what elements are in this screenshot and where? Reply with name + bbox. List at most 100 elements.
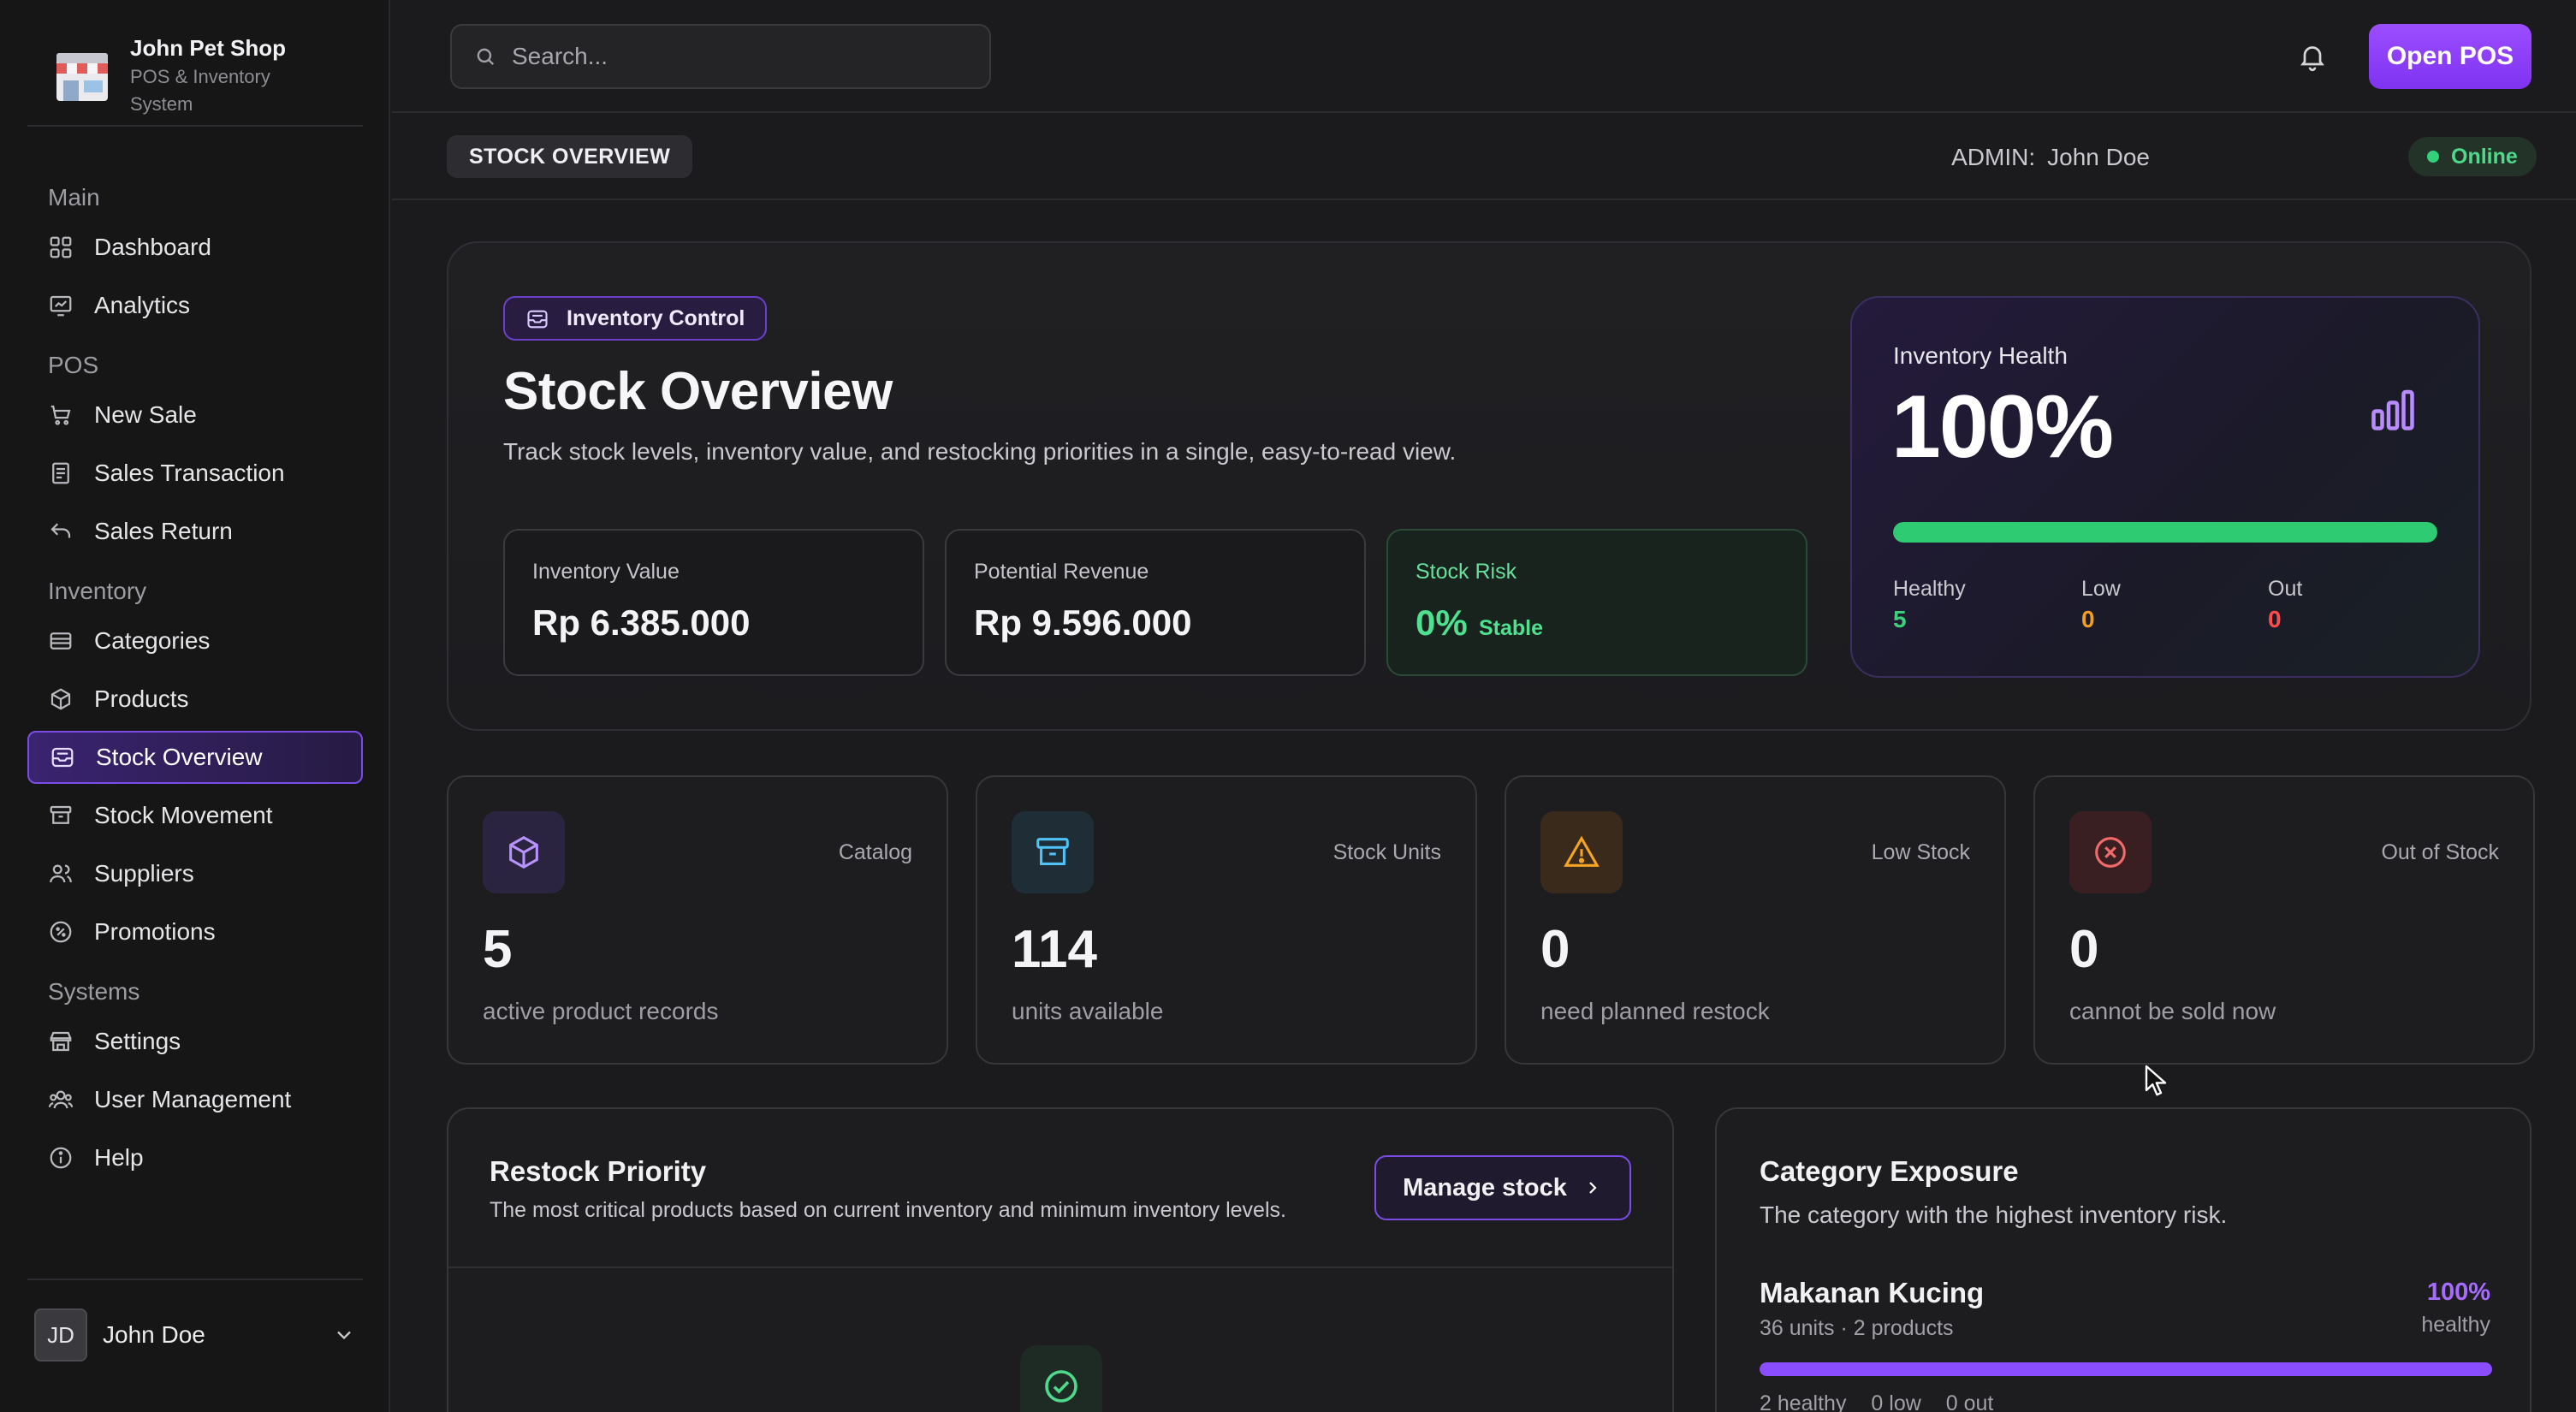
sidebar-item-settings[interactable]: Settings <box>27 1015 363 1068</box>
metric-label: Potential Revenue <box>974 560 1149 584</box>
receipt-icon <box>52 462 69 484</box>
sidebar-item-stock-movement[interactable]: Stock Movement <box>27 789 363 842</box>
stat-tag: Stock Units <box>1333 840 1441 864</box>
admin-name: John Doe <box>2047 144 2150 170</box>
page-description: Track stock levels, inventory value, and… <box>503 438 1457 465</box>
search-box[interactable] <box>450 24 991 89</box>
inventory-value-card: Inventory Value Rp 6.385.000 <box>503 529 924 676</box>
stock-overview-hero: Inventory Control Stock Overview Track s… <box>447 241 2531 731</box>
health-col-label: Low <box>2081 577 2121 601</box>
stat-description: cannot be sold now <box>2069 998 2276 1024</box>
health-progress-bar <box>1893 522 2437 543</box>
search-input[interactable] <box>512 43 957 70</box>
health-col-label: Healthy <box>1893 577 1966 601</box>
user-menu[interactable]: JD John Doe <box>34 1308 356 1362</box>
sidebar-item-label: Dashboard <box>94 234 211 260</box>
chevron-down-icon[interactable] <box>332 1323 356 1347</box>
metric-status: Stable <box>1479 616 1544 640</box>
user-group-icon <box>48 1090 74 1109</box>
inventory-control-badge: Inventory Control <box>503 296 768 341</box>
category-low-count: 0 low <box>1871 1391 1921 1412</box>
sidebar-item-stock-overview[interactable]: Stock Overview <box>27 731 363 784</box>
inbox-icon <box>527 310 548 329</box>
stat-tag: Catalog <box>838 840 912 864</box>
dashboard-icon <box>50 236 72 258</box>
archive-icon <box>50 805 72 824</box>
metric-value: Rp 9.596.000 <box>974 602 1192 643</box>
sidebar-item-sales-transaction[interactable]: Sales Transaction <box>27 447 363 500</box>
user-name: John Doe <box>103 1321 205 1348</box>
sidebar-item-label: Promotions <box>94 918 216 945</box>
sidebar-item-help[interactable]: Help <box>27 1131 363 1184</box>
open-pos-button[interactable]: Open POS <box>2369 24 2531 89</box>
stat-description: active product records <box>483 998 719 1024</box>
sidebar-item-new-sale[interactable]: New Sale <box>27 389 363 442</box>
sidebar-item-dashboard[interactable]: Dashboard <box>27 221 363 274</box>
catalog-icon-tile <box>483 811 565 893</box>
brand[interactable]: John Pet Shop POS & Inventory System <box>51 33 293 118</box>
nav-section-systems: Systems <box>48 978 140 1005</box>
category-out-count: 0 out <box>1945 1391 1994 1412</box>
manage-stock-button[interactable]: Manage stock <box>1374 1155 1631 1220</box>
health-col-value: 0 <box>2268 606 2282 632</box>
sidebar-item-analytics[interactable]: Analytics <box>27 279 363 332</box>
cube-icon <box>509 835 538 869</box>
sidebar-item-promotions[interactable]: Promotions <box>27 905 363 958</box>
stat-tag: Out of Stock <box>2381 840 2499 864</box>
sidebar-item-label: Categories <box>94 627 211 654</box>
category-exposure-panel: Category Exposure The category with the … <box>1715 1107 2531 1412</box>
badge-label: Inventory Control <box>567 306 745 330</box>
stat-value: 0 <box>1540 920 1570 979</box>
sidebar-item-label: Products <box>94 685 189 712</box>
sidebar-item-categories[interactable]: Categories <box>27 614 363 667</box>
percent-icon <box>50 921 72 943</box>
sidebar-item-label: Suppliers <box>94 860 194 887</box>
store-icon <box>50 1031 72 1052</box>
chevron-right-icon <box>1589 1182 1597 1194</box>
stat-description: need planned restock <box>1540 998 1770 1024</box>
inbox-icon <box>51 747 74 768</box>
catalog-card: Catalog 5 active product records <box>447 775 948 1065</box>
metric-label: Stock Risk <box>1416 560 1517 584</box>
health-col-label: Out <box>2268 577 2303 601</box>
sidebar-divider <box>27 125 363 127</box>
search-icon <box>477 48 495 66</box>
sidebar-item-suppliers[interactable]: Suppliers <box>27 847 363 900</box>
category-percent: 100% <box>2426 1279 2490 1306</box>
out-of-stock-icon-tile <box>2069 811 2152 893</box>
sidebar-item-user-management[interactable]: User Management <box>27 1073 363 1126</box>
panel-description: The category with the highest inventory … <box>1760 1201 2228 1228</box>
archive-box-icon <box>1036 838 1069 865</box>
mouse-cursor-icon <box>2145 1065 2167 1096</box>
stock-units-card: Stock Units 114 units available <box>976 775 1477 1065</box>
health-progress-fill <box>1893 522 2437 543</box>
topbar: Open POS <box>392 0 2576 113</box>
health-out: Out 0 <box>2268 575 2302 637</box>
layers-icon <box>50 632 72 650</box>
sidebar-item-label: Help <box>94 1144 144 1171</box>
stat-tag: Low Stock <box>1871 840 1970 864</box>
sidebar-item-label: New Sale <box>94 401 197 428</box>
button-label: Manage stock <box>1403 1173 1567 1201</box>
panel-title: Category Exposure <box>1760 1155 2019 1187</box>
x-circle-icon <box>2095 837 2126 868</box>
sidebar-nav: Main Dashboard Analytics POS New Sale Sa… <box>27 180 363 1190</box>
sidebar: John Pet Shop POS & Inventory System Mai… <box>0 0 390 1412</box>
bar-chart-icon <box>2371 389 2414 430</box>
sidebar-item-sales-return[interactable]: Sales Return <box>27 505 363 558</box>
sidebar-item-label: Sales Transaction <box>94 460 285 486</box>
low-stock-icon-tile <box>1540 811 1623 893</box>
breadcrumb: STOCK OVERVIEW <box>447 135 693 178</box>
health-low: Low 0 <box>2081 575 2121 637</box>
stat-value: 0 <box>2069 920 2099 979</box>
stock-risk-card: Stock Risk 0% Stable <box>1386 529 1807 676</box>
analytics-icon <box>50 295 72 317</box>
notification-bell-icon[interactable] <box>2297 41 2328 72</box>
sidebar-item-products[interactable]: Products <box>27 673 363 726</box>
stat-value: 5 <box>483 920 513 979</box>
box-icon <box>50 688 71 710</box>
all-good-tile <box>1020 1345 1102 1412</box>
out-of-stock-card: Out of Stock 0 cannot be sold now <box>2033 775 2535 1065</box>
sidebar-item-label: Settings <box>94 1028 181 1054</box>
status-badge: Online <box>2408 137 2537 176</box>
